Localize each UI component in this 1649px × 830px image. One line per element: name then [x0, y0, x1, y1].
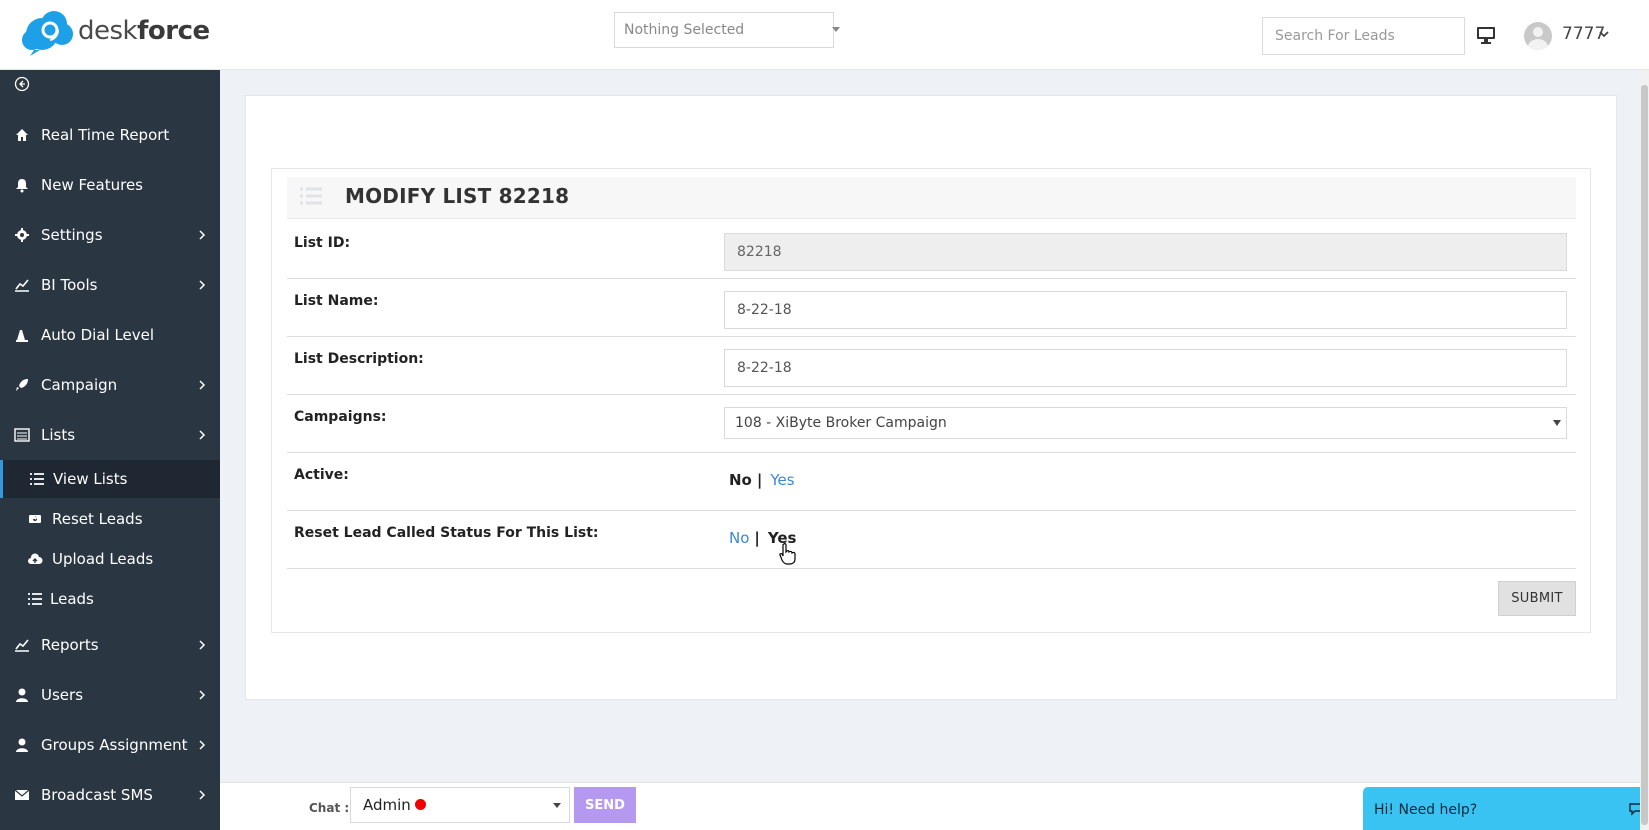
chevron-down-icon	[1553, 420, 1561, 426]
chevron-right-icon	[199, 740, 206, 750]
list-icon	[28, 593, 42, 605]
list-description-field[interactable]	[724, 349, 1567, 387]
user-icon	[16, 738, 28, 752]
sidebar-subitem-leads[interactable]: Leads	[0, 580, 220, 618]
toggle-separator: |	[756, 471, 763, 489]
scrollbar-thumb[interactable]	[1641, 85, 1648, 825]
reset-no-option[interactable]: No	[729, 529, 749, 547]
help-text[interactable]: Hi! Need help?	[1374, 802, 1477, 818]
list-alt-icon	[14, 428, 30, 442]
sidebar-item-label: Lists	[41, 426, 76, 444]
collapse-sidebar-icon[interactable]	[14, 76, 30, 92]
row-divider	[287, 568, 1576, 569]
sidebar-item-label: Groups Assignment	[41, 736, 188, 754]
campaigns-label: Campaigns:	[294, 409, 387, 425]
row-divider	[287, 278, 1576, 279]
active-yes-option[interactable]: Yes	[770, 471, 794, 489]
chevron-right-icon	[199, 790, 206, 800]
sidebar-item-label: New Features	[41, 176, 143, 194]
list-name-label: List Name:	[294, 293, 379, 309]
sidebar-item-campaign[interactable]: Campaign	[0, 365, 220, 405]
sidebar-item-broadcast-sms[interactable]: Broadcast SMS	[0, 775, 220, 815]
hand-cursor-icon	[779, 542, 796, 565]
list-id-label: List ID:	[294, 235, 351, 251]
reset-status-label: Reset Lead Called Status For This List:	[294, 525, 599, 541]
sidebar-subitem-label: Reset Leads	[52, 510, 143, 528]
sidebar-item-label: Broadcast SMS	[41, 786, 153, 804]
chevron-down-icon[interactable]	[1598, 28, 1610, 40]
bell-icon	[16, 179, 28, 193]
row-divider	[287, 452, 1576, 453]
brand-name: deskforce	[78, 16, 210, 46]
avatar[interactable]	[1524, 22, 1552, 50]
sidebar-subitem-upload-leads[interactable]: Upload Leads	[0, 540, 220, 578]
list-icon	[30, 473, 44, 485]
sidebar-item-label: BI Tools	[41, 276, 98, 294]
sidebar-item-users[interactable]: Users	[0, 675, 220, 715]
chevron-down-icon	[832, 27, 840, 32]
chevron-down-icon	[553, 803, 561, 808]
sidebar-item-auto-dial-level[interactable]: Auto Dial Level	[0, 315, 220, 355]
chat-recipient-select[interactable]: Admin	[350, 787, 570, 823]
row-divider	[287, 336, 1576, 337]
list-icon	[300, 187, 322, 205]
chart-line-icon	[15, 279, 29, 292]
cloud-logo-icon	[22, 11, 73, 56]
active-toggle: No | Yes	[729, 471, 795, 489]
chat-label: Chat :	[309, 801, 350, 815]
search-leads-input[interactable]	[1262, 17, 1465, 55]
sidebar-item-reports[interactable]: Reports	[0, 625, 220, 665]
sidebar-item-groups-assignment[interactable]: Groups Assignment	[0, 725, 220, 765]
submit-button[interactable]: SUBMIT	[1498, 581, 1576, 616]
sidebar-item-label: Real Time Report	[41, 126, 170, 144]
sidebar-item-new-features[interactable]: New Features	[0, 165, 220, 205]
chevron-right-icon	[199, 280, 206, 290]
sidebar-subitem-label: View Lists	[53, 470, 128, 488]
sidebar-item-label: Auto Dial Level	[41, 326, 155, 344]
sidebar-item-real-time-report[interactable]: Real Time Report	[0, 115, 220, 155]
sidebar-subitem-reset-leads[interactable]: Reset Leads	[0, 500, 220, 538]
campaign-select[interactable]: Nothing Selected	[614, 12, 834, 48]
sidebar-subitem-label: Leads	[50, 590, 94, 608]
sidebar-item-settings[interactable]: Settings	[0, 215, 220, 255]
send-button[interactable]: SEND	[574, 787, 636, 823]
sidebar-item-label: Campaign	[41, 376, 118, 394]
home-icon	[16, 129, 28, 141]
sidebar-item-lists[interactable]: Lists	[0, 415, 220, 455]
sidebar-subitem-label: Upload Leads	[52, 550, 154, 568]
dial-level-icon	[16, 330, 28, 342]
list-description-label: List Description:	[294, 351, 424, 367]
desktop-icon[interactable]	[1476, 26, 1496, 44]
active-label: Active:	[294, 467, 349, 483]
sidebar-item-label: Users	[41, 686, 84, 704]
chevron-right-icon	[199, 690, 206, 700]
user-icon	[16, 688, 28, 702]
chevron-right-icon	[199, 640, 206, 650]
toggle-separator: |	[754, 529, 760, 547]
gear-icon	[15, 228, 29, 242]
sidebar-subitem-view-lists[interactable]: View Lists	[0, 460, 220, 498]
list-id-field[interactable]	[724, 233, 1567, 271]
chevron-right-icon	[199, 230, 206, 240]
envelope-icon	[14, 789, 30, 800]
reset-icon	[29, 515, 41, 523]
sidebar-item-label: Settings	[41, 226, 103, 244]
row-divider	[287, 510, 1576, 511]
chevron-right-icon	[199, 430, 206, 440]
chevron-right-icon	[199, 380, 206, 390]
row-divider	[287, 394, 1576, 395]
page-title: MODIFY LIST 82218	[345, 184, 570, 208]
campaigns-select[interactable]: 108 - XiByte Broker Campaign	[724, 407, 1567, 439]
status-dot-icon	[415, 799, 426, 810]
sidebar-item-label: Reports	[41, 636, 99, 654]
active-no-option[interactable]: No	[729, 471, 752, 489]
cloud-upload-icon	[28, 553, 43, 564]
list-name-field[interactable]	[724, 291, 1567, 329]
chart-line-icon	[15, 639, 29, 652]
rocket-icon	[16, 379, 28, 391]
brand-logo[interactable]: deskforce	[20, 6, 210, 56]
sidebar-item-bi-tools[interactable]: BI Tools	[0, 265, 220, 305]
